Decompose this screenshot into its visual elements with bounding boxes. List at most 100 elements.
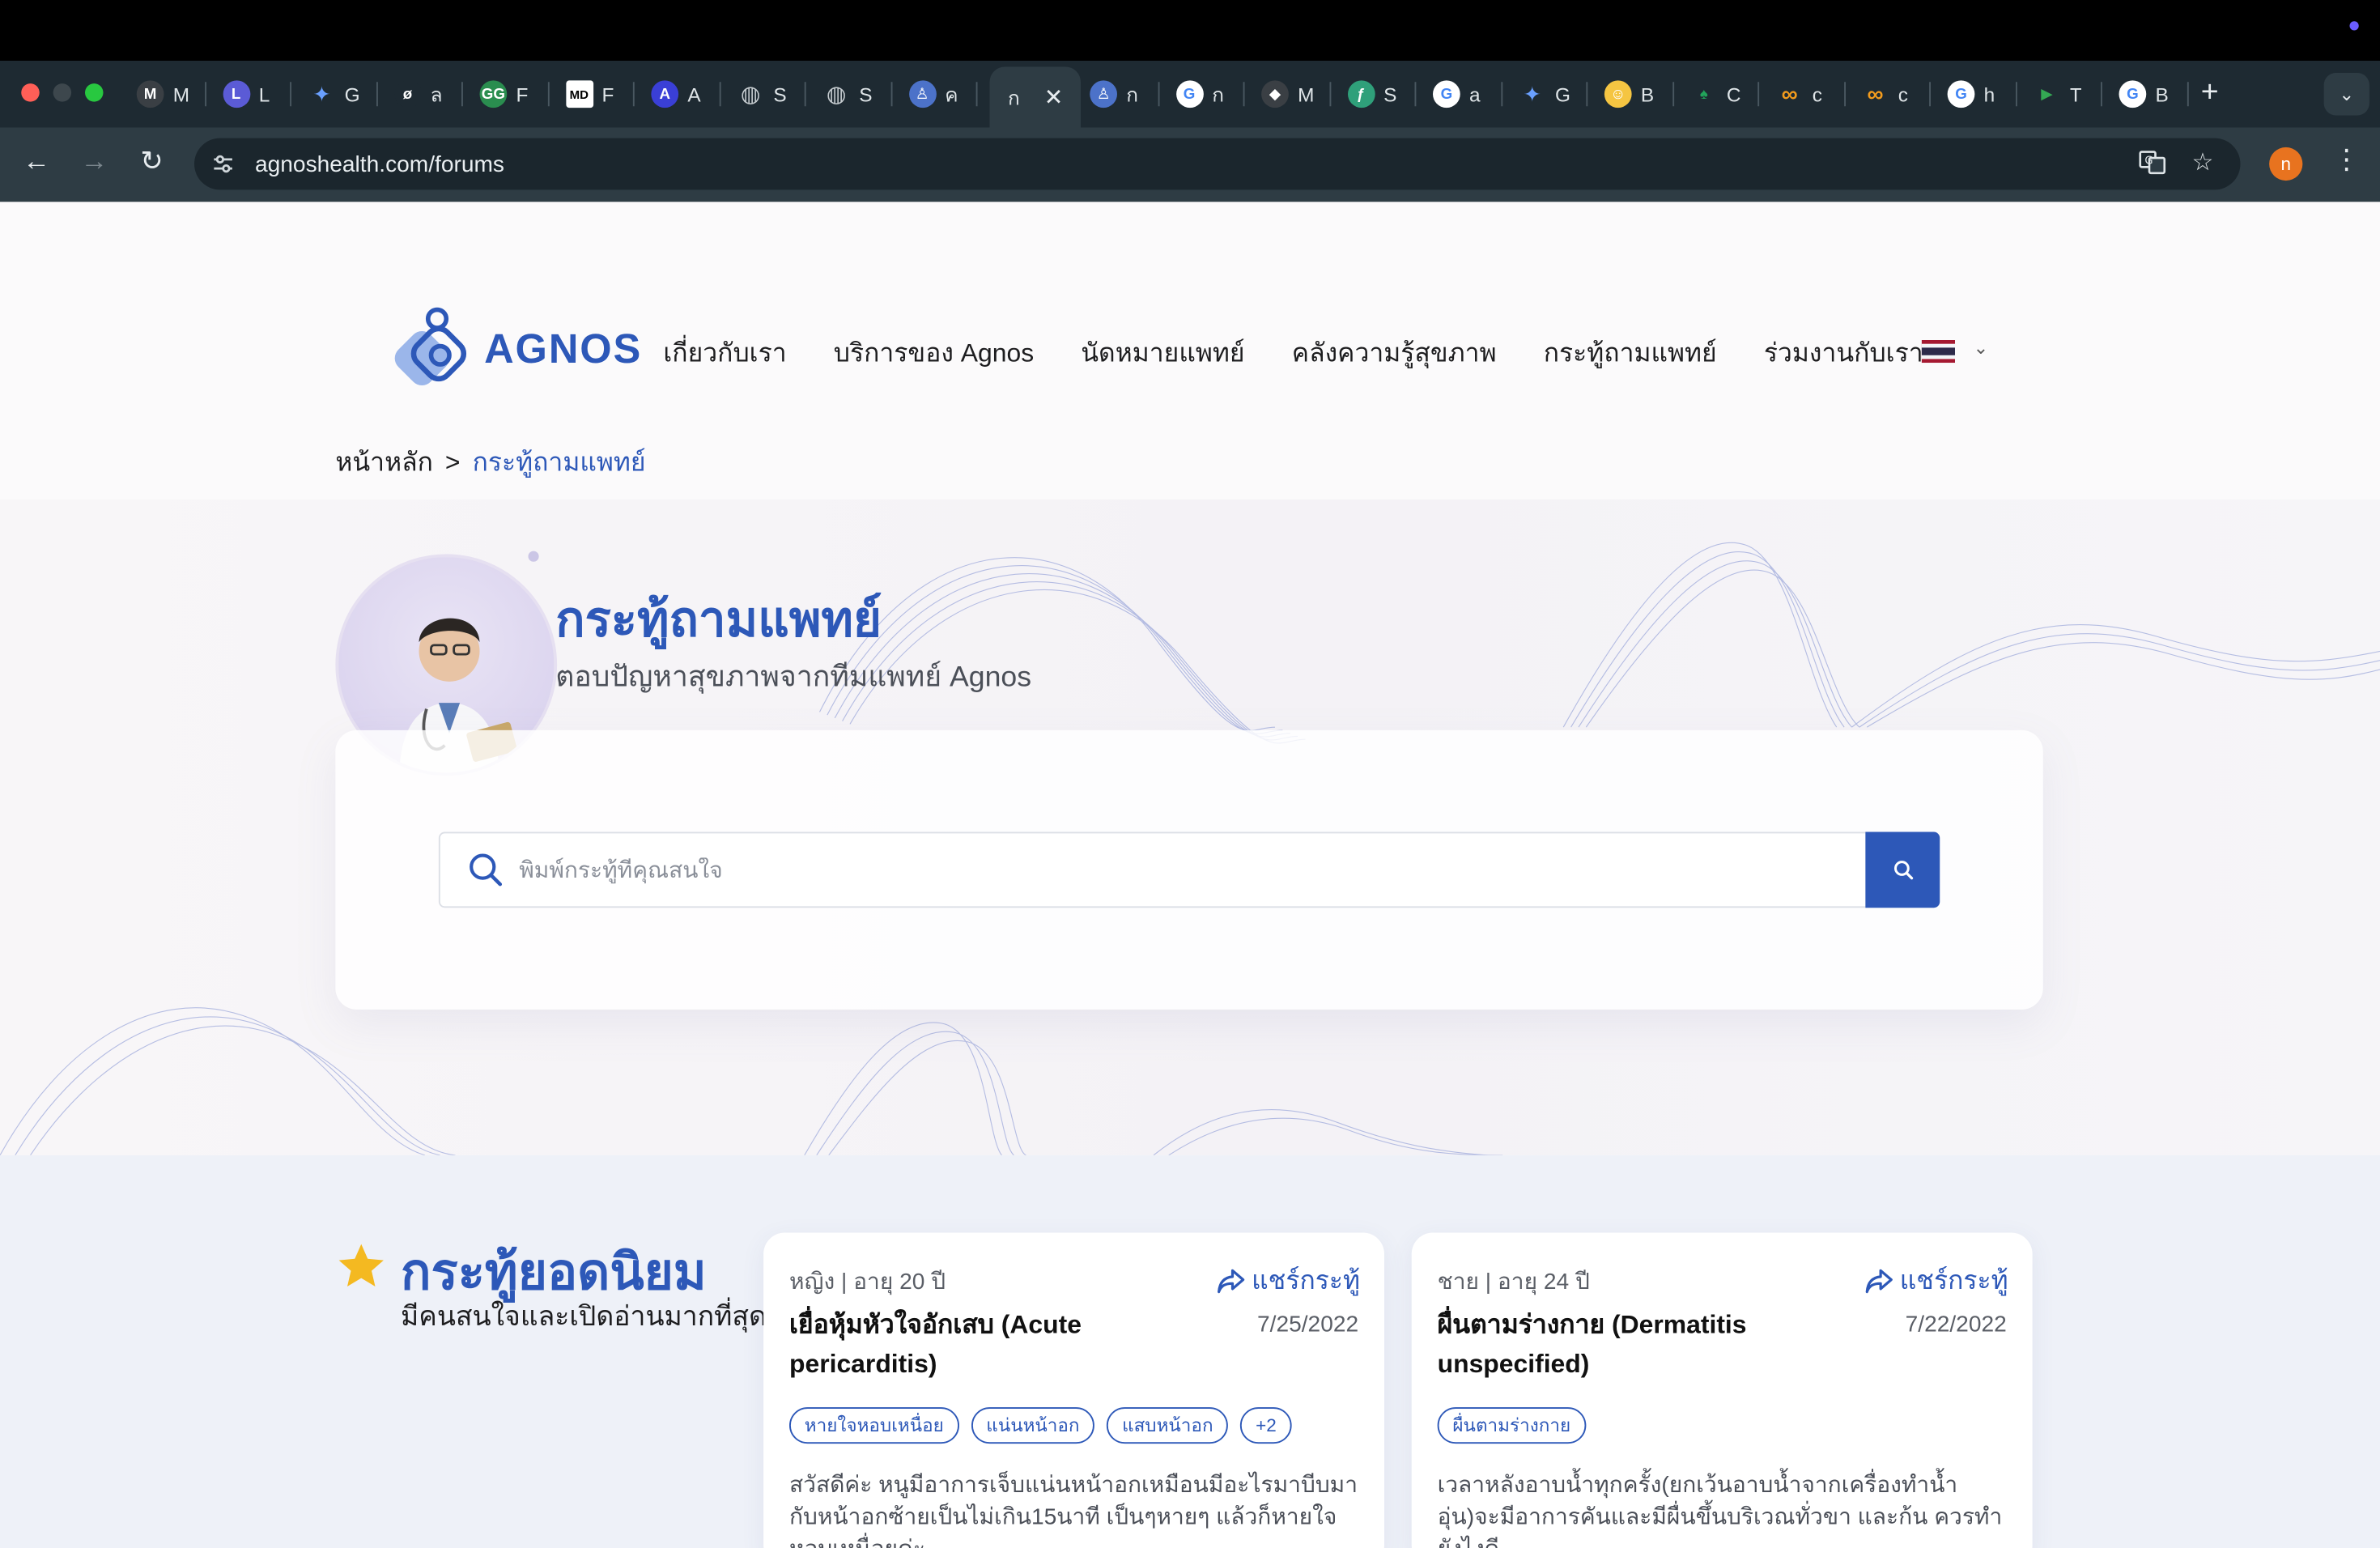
logo-text: AGNOS xyxy=(484,325,643,372)
tab-title: ค xyxy=(945,83,958,106)
close-window-button[interactable] xyxy=(21,83,40,102)
search-input[interactable] xyxy=(519,857,1795,883)
browser-tab[interactable]: MD F xyxy=(553,73,623,116)
tab-title: h xyxy=(1983,83,1995,106)
tab-separator xyxy=(804,82,806,107)
search-field-wrapper[interactable] xyxy=(438,831,1868,908)
post-card[interactable]: ชาย | อายุ 24 ปี แชร์กระทู้ ผื่นตามร่างก… xyxy=(1411,1232,2033,1548)
breadcrumb-home[interactable]: หน้าหลัก xyxy=(335,442,433,483)
share-button[interactable]: แชร์กระทู้ xyxy=(1215,1260,1360,1301)
share-icon xyxy=(1217,1268,1244,1293)
more-tags-badge[interactable]: +2 xyxy=(1240,1407,1292,1444)
tab-favicon-icon: ☺ xyxy=(1604,80,1632,108)
browser-menu-icon[interactable]: ⋮ xyxy=(2333,144,2361,176)
minimize-window-button[interactable] xyxy=(53,83,72,102)
tab-favicon-icon: L xyxy=(222,80,250,108)
browser-tab[interactable]: ♠ C xyxy=(1678,73,1748,116)
browser-tab[interactable]: ♙ ค xyxy=(896,73,966,116)
browser-tab[interactable]: ◆ M xyxy=(1249,73,1319,116)
search-button-icon xyxy=(1893,861,1913,880)
nav-link[interactable]: นัดหมายแพทย์ xyxy=(1081,333,1244,374)
browser-tab[interactable]: ☺ B xyxy=(1592,73,1662,116)
browser-tab[interactable]: ▶ T xyxy=(2021,73,2091,116)
browser-tab[interactable]: Gก xyxy=(1163,73,1233,116)
main-nav: เกี่ยวกับเรา บริการของ Agnos นัดหมายแพทย์ ค… xyxy=(663,333,1970,374)
search-button[interactable] xyxy=(1865,831,1940,908)
tab-title: B xyxy=(1640,83,1655,106)
browser-tab[interactable]: MM xyxy=(125,73,194,116)
browser-tab[interactable]: ✦ G xyxy=(296,73,366,116)
reload-button[interactable]: ↻ xyxy=(134,146,170,177)
post-tag[interactable]: แน่นหน้าอก xyxy=(971,1407,1095,1444)
os-menubar xyxy=(0,0,2380,61)
tab-separator xyxy=(376,82,377,107)
share-button[interactable]: แชร์กระทู้ xyxy=(1864,1260,2008,1301)
tab-separator xyxy=(975,82,978,107)
tab-title: a xyxy=(1469,83,1481,106)
forward-button[interactable]: → xyxy=(76,146,113,177)
tab-favicon-icon: ▶ xyxy=(2041,85,2053,103)
tab-title: T xyxy=(2069,83,2082,106)
browser-tab[interactable]: GG F xyxy=(468,73,538,116)
tab-separator xyxy=(204,82,206,107)
tab-favicon-icon: ♠ xyxy=(1699,85,1708,103)
tab-search-button[interactable]: ⌄ xyxy=(2323,73,2369,116)
back-button[interactable]: ← xyxy=(19,146,55,177)
post-title[interactable]: ผื่นตามร่างกาย (Dermatitis unspecified) xyxy=(1438,1306,1847,1385)
tab-active[interactable]: ก ✕ xyxy=(989,66,1082,128)
tab-title: c xyxy=(1812,83,1822,106)
site-info-icon[interactable] xyxy=(210,151,237,178)
nav-link[interactable]: กระทู้ถามแพทย์ xyxy=(1544,333,1717,374)
post-title[interactable]: เยื่อหุ้มหัวใจอักเสบ (Acute pericarditis… xyxy=(789,1306,1199,1385)
browser-tab[interactable]: ✦ G xyxy=(1507,73,1576,116)
tab-favicon-icon: A xyxy=(651,80,679,108)
language-dropdown-chevron-icon[interactable]: ⌄ xyxy=(1974,337,1989,358)
share-label: แชร์กระทู้ xyxy=(1252,1265,1360,1295)
web-page: AGNOS เกี่ยวกับเรา บริการของ Agnos นัดหมาย… xyxy=(0,202,2380,1548)
browser-tab[interactable]: ∞ c xyxy=(1850,73,1919,116)
tab-title: S xyxy=(859,83,873,106)
post-tag[interactable]: ผื่นตามร่างกาย xyxy=(1437,1407,1586,1444)
nav-link[interactable]: บริการของ Agnos xyxy=(834,333,1034,374)
tab-separator xyxy=(1586,82,1588,107)
tab-favicon-icon: ø xyxy=(393,80,422,108)
share-icon xyxy=(1864,1268,1893,1293)
post-card[interactable]: หญิง | อายุ 20 ปี แชร์กระทู้ เยื่อหุ้มหั… xyxy=(763,1232,1384,1548)
tab-favicon-icon: ◍ xyxy=(740,82,761,108)
thai-flag-icon[interactable] xyxy=(1921,340,1955,364)
nav-link[interactable]: ร่วมงานกับเรา xyxy=(1764,333,1923,374)
nav-link[interactable]: เกี่ยวกับเรา xyxy=(663,333,786,374)
browser-tab[interactable]: Gh xyxy=(1936,73,2005,116)
bookmark-star-icon[interactable]: ☆ xyxy=(2192,147,2214,178)
agnos-logo[interactable]: AGNOS xyxy=(390,305,642,393)
browser-tab[interactable]: GB xyxy=(2107,73,2177,116)
post-tags: ผื่นตามร่างกาย xyxy=(1437,1407,1586,1444)
tab-favicon-icon: ◆ xyxy=(1261,80,1289,108)
browser-tab[interactable]: ∞ c xyxy=(1764,73,1834,116)
tab-separator xyxy=(1757,82,1760,107)
profile-avatar[interactable]: n xyxy=(2269,147,2303,181)
browser-tab[interactable]: øล xyxy=(382,73,452,116)
tab-separator xyxy=(890,82,892,107)
post-excerpt: เวลาหลังอาบน้ำทุกครั้ง(ยกเว้นอาบน้ำจากเค… xyxy=(1437,1472,2003,1548)
close-tab-icon[interactable]: ✕ xyxy=(1044,83,1064,111)
post-tag[interactable]: หายใจหอบเหนื่อย xyxy=(789,1407,959,1444)
new-tab-button[interactable]: + xyxy=(2201,76,2219,111)
tab-favicon-icon: G xyxy=(2119,80,2147,108)
zoom-window-button[interactable] xyxy=(85,83,104,102)
browser-tab[interactable]: ◍ S xyxy=(725,73,794,116)
tab-title: C xyxy=(1726,83,1741,106)
browser-tab[interactable]: LL xyxy=(210,73,280,116)
nav-link[interactable]: คลังความรู้สุขภาพ xyxy=(1292,333,1497,374)
browser-tab[interactable]: ◍ S xyxy=(810,73,880,116)
browser-tab[interactable]: ♙ ก xyxy=(1077,73,1147,116)
browser-tab[interactable]: Ga xyxy=(1421,73,1490,116)
tab-title: B xyxy=(2155,83,2169,106)
translate-icon[interactable]: G xyxy=(2137,147,2168,185)
address-bar[interactable]: agnoshealth.com/forums xyxy=(194,138,2241,190)
browser-tab[interactable]: ƒS xyxy=(1335,73,1405,116)
browser-tab[interactable]: AA xyxy=(639,73,708,116)
tab-separator xyxy=(1929,82,1931,107)
tab-separator xyxy=(461,82,463,107)
post-tag[interactable]: แสบหน้าอก xyxy=(1107,1407,1229,1444)
